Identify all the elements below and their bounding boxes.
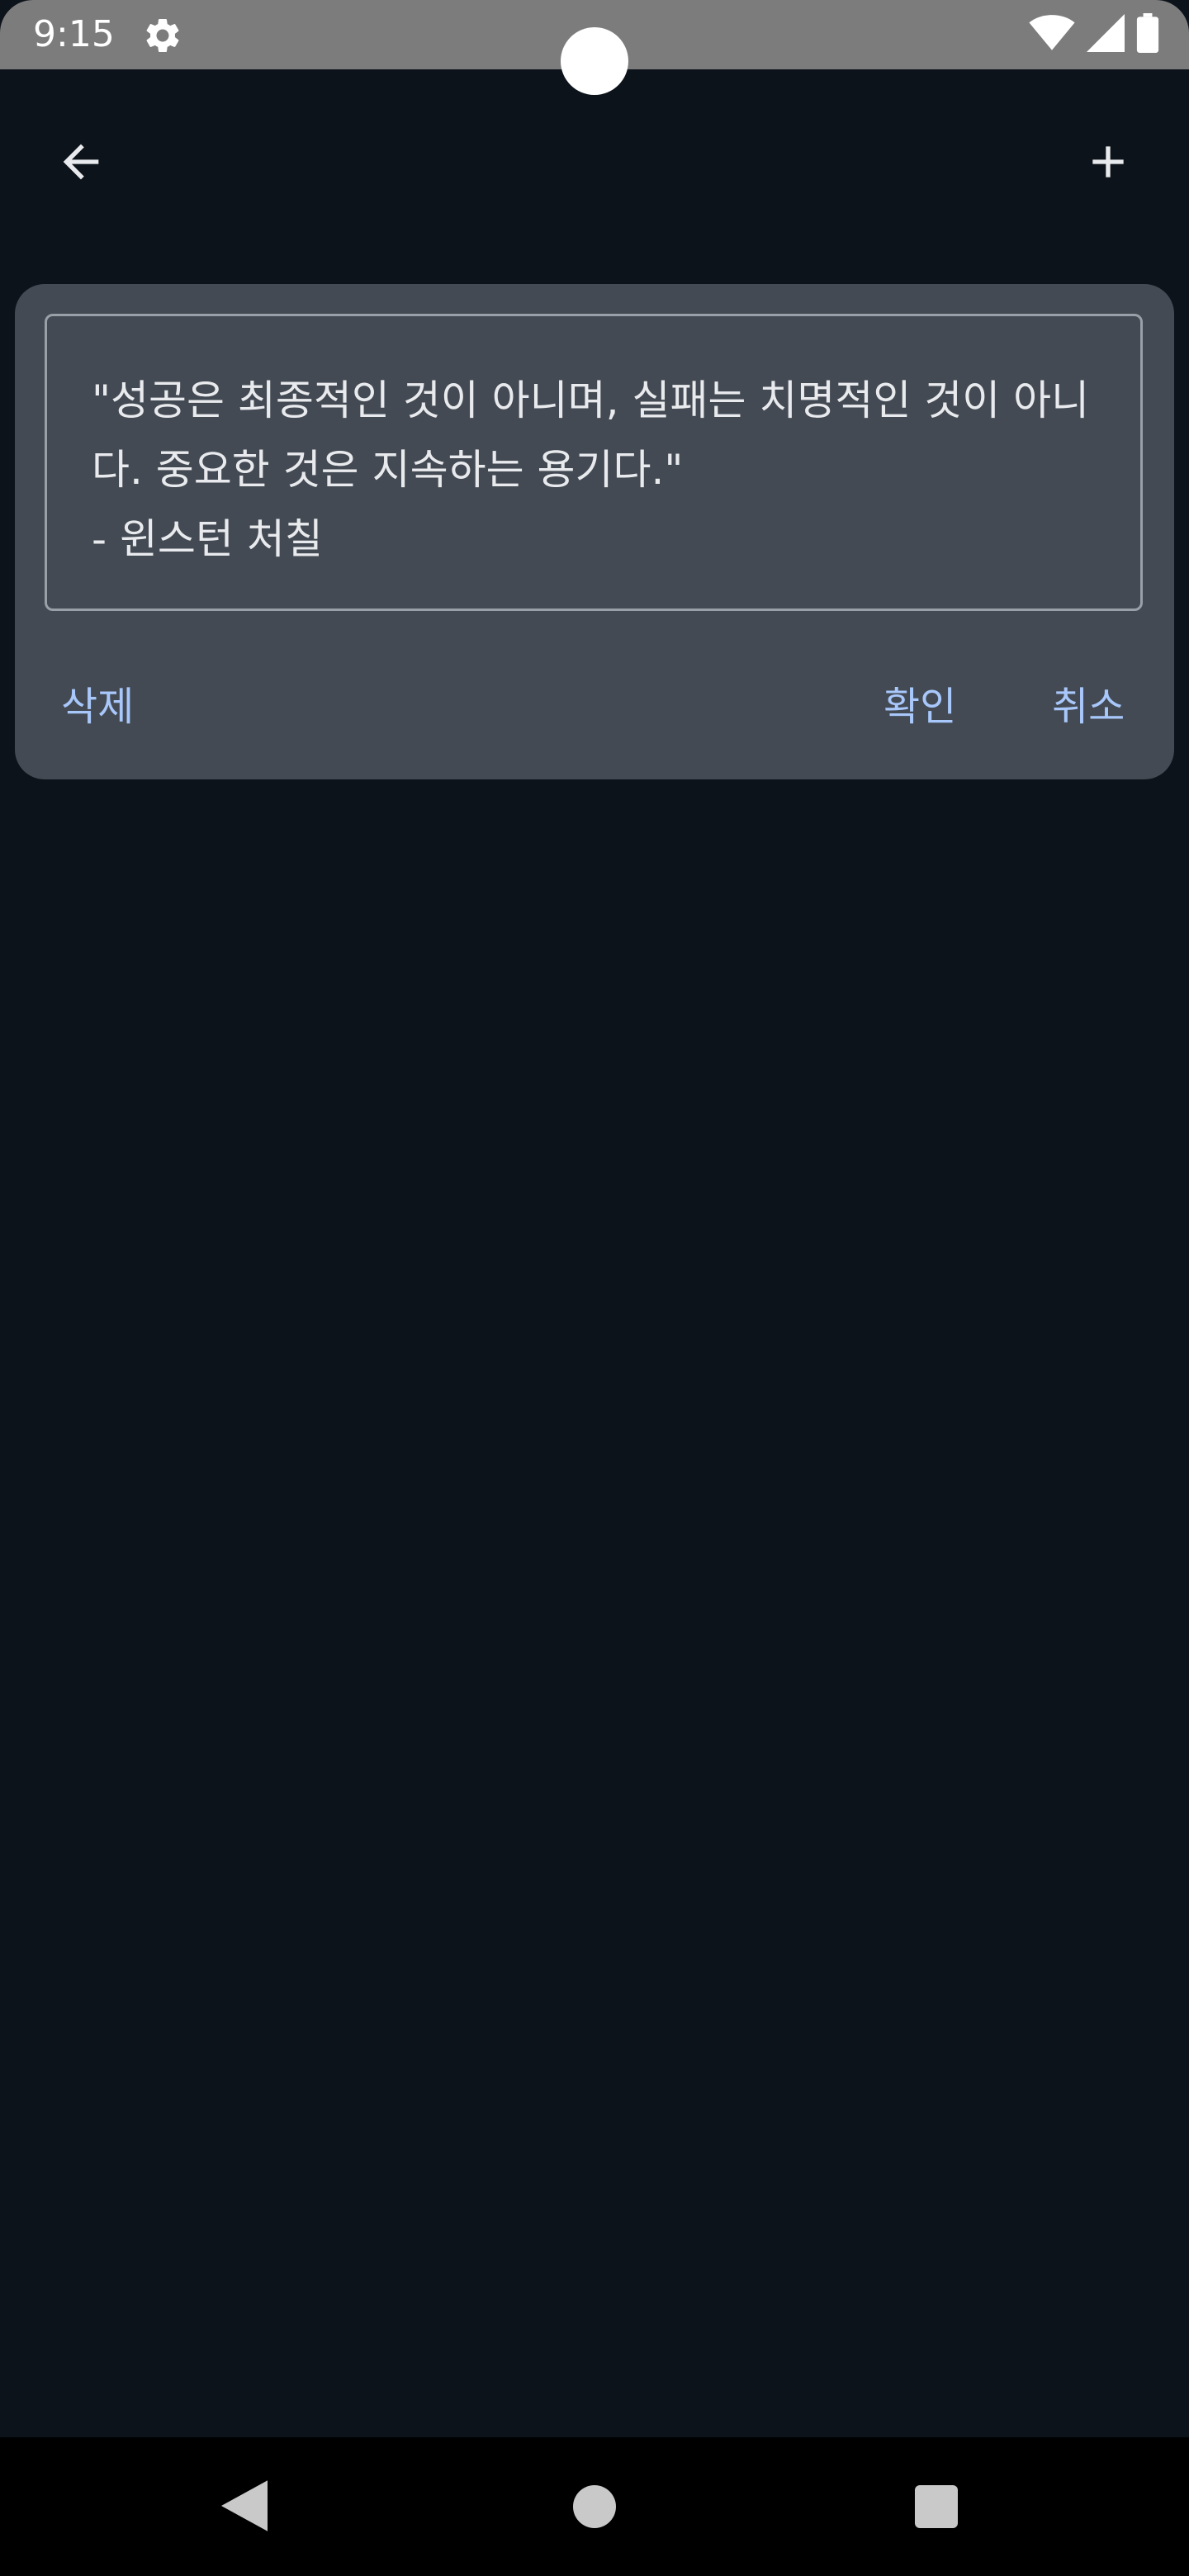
confirm-button[interactable]: 확인 — [883, 680, 956, 733]
back-button[interactable] — [41, 124, 121, 203]
signal-icon — [1087, 14, 1125, 55]
status-icons — [1029, 13, 1159, 56]
delete-button[interactable]: 삭제 — [61, 680, 134, 733]
arrow-back-icon — [54, 135, 107, 192]
status-bar: 9:15 — [0, 0, 1189, 95]
quote-text-field[interactable]: "성공은 최종적인 것이 아니며, 실패는 치명적인 것이 아니다. 중요한 것… — [45, 314, 1143, 611]
quote-edit-card: "성공은 최종적인 것이 아니며, 실패는 치명적인 것이 아니다. 중요한 것… — [15, 284, 1174, 779]
nav-back-icon[interactable] — [221, 2480, 268, 2535]
cancel-button[interactable]: 취소 — [1052, 680, 1125, 733]
battery-icon — [1136, 13, 1159, 56]
plus-icon — [1082, 135, 1135, 192]
gear-icon — [142, 15, 183, 56]
add-button[interactable] — [1068, 124, 1148, 203]
wifi-icon — [1029, 14, 1075, 55]
nav-home-icon[interactable] — [573, 2485, 616, 2528]
status-time: 9:15 — [33, 13, 115, 55]
camera-cutout — [561, 27, 628, 95]
navigation-bar — [0, 2437, 1189, 2576]
screen: 9:15 "성공은 최종적인 것이 아니며, 실패는 치명적인 것이 아니다. … — [0, 0, 1189, 2576]
nav-recents-icon[interactable] — [915, 2485, 958, 2528]
